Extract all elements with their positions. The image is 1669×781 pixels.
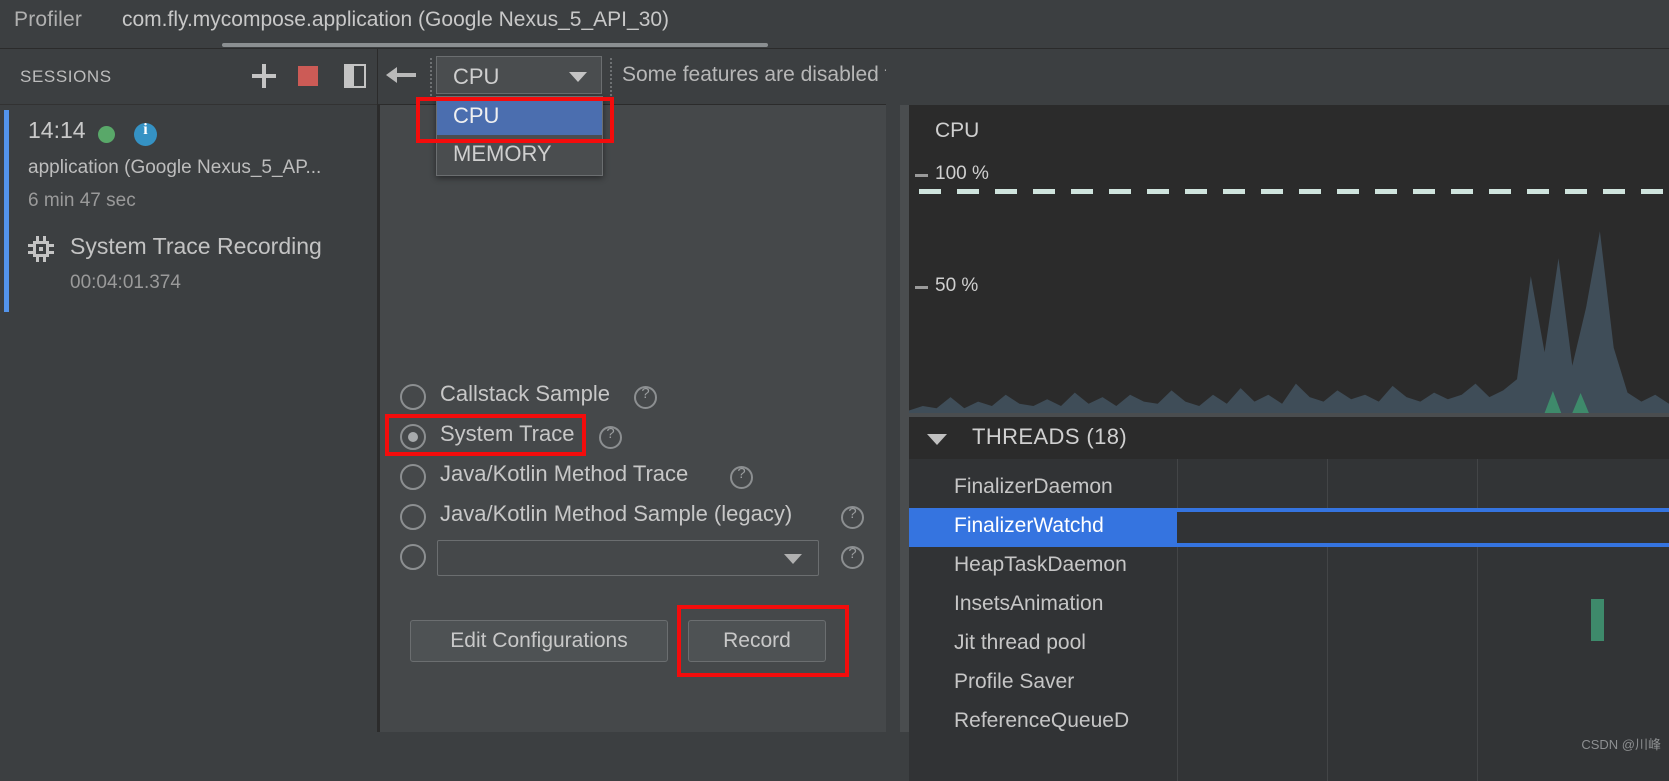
sessions-divider (0, 104, 378, 105)
status-dot-icon (98, 126, 115, 143)
option-java-kotlin-method-trace[interactable]: Java/Kotlin Method Trace (400, 458, 880, 498)
chevron-down-icon-custom-config (784, 554, 802, 564)
radio-java-kotlin-method-trace[interactable] (400, 464, 426, 490)
dropdown-option-memory[interactable]: MEMORY (437, 135, 602, 173)
table-row[interactable]: FinalizerWatchd (909, 508, 1177, 547)
profiler-type-value: CPU (453, 64, 500, 89)
radio-callstack-sample[interactable] (400, 384, 426, 410)
cpu-usage-chart[interactable]: CPU 100 % 50 % (909, 105, 1669, 413)
recording-title[interactable]: System Trace Recording (70, 233, 322, 260)
toolbar-dotted-separator-left (430, 58, 432, 96)
toggle-panel-icon[interactable] (344, 64, 366, 88)
plus-icon[interactable] (252, 64, 276, 88)
dropdown-option-cpu[interactable]: CPU (437, 97, 602, 135)
back-arrow-icon[interactable] (386, 62, 418, 88)
table-row[interactable]: ReferenceQueueD (909, 703, 1177, 742)
help-icon-callstack-sample[interactable] (634, 385, 657, 409)
profiler-type-select[interactable]: CPU (436, 56, 602, 94)
radio-system-trace[interactable] (400, 424, 426, 450)
table-row[interactable]: FinalizerDaemon (909, 469, 1177, 508)
option-label-java-kotlin-method-sample: Java/Kotlin Method Sample (legacy) (440, 501, 793, 526)
profiler-label: Profiler (14, 8, 83, 31)
table-row[interactable]: Profile Saver (909, 664, 1177, 703)
custom-configuration-select[interactable] (437, 540, 819, 576)
cpu-chip-icon (28, 236, 54, 262)
help-icon-custom-configuration[interactable] (841, 545, 864, 569)
monitor-gutter (886, 105, 900, 732)
radio-custom-configuration[interactable] (400, 544, 426, 570)
monitor-gutter-inner[interactable] (900, 105, 909, 732)
option-label-java-kotlin-method-trace: Java/Kotlin Method Trace (440, 461, 689, 486)
threads-section-header[interactable]: THREADS (18) (909, 417, 1669, 459)
thread-name: FinalizerWatchd (954, 514, 1104, 537)
toolbar-dotted-separator-right (610, 58, 612, 96)
title-bar: Profiler com.fly.mycompose.application (… (0, 0, 1669, 49)
thread-activity-block[interactable] (1591, 599, 1604, 641)
table-row[interactable]: HeapTaskDaemon (909, 547, 1177, 586)
selected-thread-lane[interactable] (1177, 508, 1669, 547)
center-left-edge (378, 105, 380, 732)
record-button[interactable]: Record (688, 620, 826, 662)
option-callstack-sample[interactable]: Callstack Sample (400, 378, 880, 418)
edit-configurations-button[interactable]: Edit Configurations (410, 620, 668, 662)
session-duration: 6 min 47 sec (28, 190, 136, 211)
stop-square-icon[interactable] (298, 66, 318, 86)
process-tab[interactable]: com.fly.mycompose.application (Google Ne… (122, 8, 669, 32)
threads-section-label: THREADS (18) (972, 424, 1128, 449)
radio-java-kotlin-method-sample[interactable] (400, 504, 426, 530)
table-row[interactable]: Jit thread pool (909, 625, 1177, 664)
sessions-panel: SESSIONS (0, 49, 378, 732)
recording-duration: 00:04:01.374 (70, 272, 181, 293)
thread-name: ReferenceQueueD (954, 709, 1130, 732)
thread-name: Jit thread pool (954, 631, 1086, 654)
profiler-type-dropdown[interactable]: CPU MEMORY (436, 96, 603, 176)
option-label-callstack-sample: Callstack Sample (440, 381, 610, 406)
thread-name: Profile Saver (954, 670, 1075, 693)
help-icon-java-kotlin-method-sample[interactable] (841, 505, 864, 529)
chevron-down-icon-threads[interactable] (927, 434, 947, 445)
thread-name: InsetsAnimation (954, 592, 1104, 615)
thread-name: HeapTaskDaemon (954, 553, 1127, 576)
info-icon[interactable] (134, 121, 157, 146)
chevron-down-icon (569, 72, 587, 82)
session-app-name[interactable]: application (Google Nexus_5_AP... (28, 157, 321, 179)
option-system-trace[interactable]: System Trace (400, 418, 880, 458)
monitor-toolbar-spacer (886, 49, 1669, 105)
profiler-window: Profiler com.fly.mycompose.application (… (0, 0, 1669, 781)
thread-name-column: FinalizerDaemon FinalizerWatchd HeapTask… (909, 459, 1177, 781)
table-row[interactable]: InsetsAnimation (909, 586, 1177, 625)
cpu-area-series (909, 231, 1669, 413)
help-icon-java-kotlin-method-trace[interactable] (730, 465, 753, 489)
session-time: 14:14 (28, 117, 86, 143)
option-java-kotlin-method-sample[interactable]: Java/Kotlin Method Sample (legacy) (400, 498, 880, 538)
tab-underline (222, 43, 768, 47)
session-selection-bar (4, 110, 9, 312)
sessions-header-title: SESSIONS (20, 67, 112, 86)
threads-list[interactable]: FinalizerDaemon FinalizerWatchd HeapTask… (909, 459, 1669, 781)
thread-name: FinalizerDaemon (954, 475, 1113, 498)
help-icon-system-trace[interactable] (599, 425, 622, 449)
option-label-system-trace: System Trace (440, 421, 575, 446)
watermark: CSDN @川峰 (1581, 737, 1661, 752)
monitor-panel: CPU 100 % 50 % THREADS (18) FinalizerDae (886, 49, 1669, 781)
